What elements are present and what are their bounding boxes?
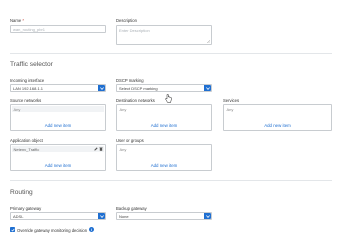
user-or-groups-label: User or groups [116, 138, 144, 143]
backup-gateway-value: None [119, 213, 129, 219]
services-list[interactable]: Any Add new item [223, 104, 332, 131]
destination-networks-label: Destination networks [116, 98, 155, 103]
check-icon [10, 228, 15, 232]
dscp-marking-value: Select DSCP marking [119, 85, 158, 91]
backup-gateway-label: Backup gateway [116, 206, 147, 211]
destination-networks-add-button[interactable]: Add new item [117, 123, 211, 128]
divider-top [10, 53, 332, 54]
source-networks-add-button[interactable]: Add new item [11, 123, 105, 128]
info-icon[interactable]: i [89, 227, 94, 232]
source-networks-label: Source networks [10, 98, 42, 103]
application-object-item: Netenv_Traffic [12, 146, 104, 152]
trash-icon[interactable] [99, 147, 103, 151]
application-object-list[interactable]: Netenv_Traffic Add new item [10, 144, 106, 171]
source-networks-item: Any [12, 106, 104, 112]
source-networks-list[interactable]: Any Add new item [10, 104, 106, 131]
incoming-interface-label: Incoming interface [10, 78, 45, 83]
name-input[interactable]: wan_routing_pbr1 [10, 25, 106, 33]
dscp-marking-label: DSCP marking [116, 78, 144, 83]
chevron-down-icon[interactable] [98, 213, 105, 219]
application-object-add-button[interactable]: Add new item [11, 163, 105, 168]
chevron-down-icon[interactable] [98, 85, 105, 91]
services-add-button[interactable]: Add new item [224, 123, 331, 128]
divider-routing [10, 180, 332, 181]
backup-gateway-select[interactable]: None [116, 212, 212, 220]
chevron-down-icon[interactable] [204, 213, 211, 219]
services-label: Services [223, 98, 240, 103]
primary-gateway-value: ADSL [13, 213, 24, 219]
user-or-groups-add-button[interactable]: Add new item [117, 163, 211, 168]
description-label: Description [116, 18, 137, 23]
application-object-label: Application object [10, 138, 43, 143]
name-label: Name * [10, 18, 24, 23]
primary-gateway-select[interactable]: ADSL [10, 212, 106, 220]
destination-networks-list[interactable]: Any Add new item [116, 104, 212, 131]
description-placeholder: Enter Description [119, 28, 150, 33]
resize-handle-icon[interactable] [207, 40, 210, 43]
incoming-interface-select[interactable]: LAN 192.168.1.1 [10, 84, 106, 92]
chevron-down-icon[interactable] [204, 85, 211, 91]
pointer-cursor-icon [165, 94, 172, 103]
override-checkbox[interactable] [10, 227, 15, 232]
dscp-marking-select[interactable]: Select DSCP marking [116, 84, 212, 92]
override-checkbox-label: Override gateway monitoring decision [17, 228, 88, 233]
user-or-groups-item: Any [119, 147, 127, 152]
incoming-interface-value: LAN 192.168.1.1 [13, 85, 44, 91]
routing-heading: Routing [10, 189, 33, 196]
name-input-placeholder: wan_routing_pbr1 [13, 26, 46, 32]
services-item: Any [226, 107, 234, 112]
pencil-icon[interactable] [94, 147, 98, 151]
traffic-selector-heading: Traffic selector [10, 61, 53, 68]
destination-networks-item: Any [119, 107, 127, 112]
primary-gateway-label: Primary gateway [10, 206, 42, 211]
description-textarea[interactable]: Enter Description [116, 25, 212, 45]
user-or-groups-list[interactable]: Any Add new item [116, 144, 212, 171]
